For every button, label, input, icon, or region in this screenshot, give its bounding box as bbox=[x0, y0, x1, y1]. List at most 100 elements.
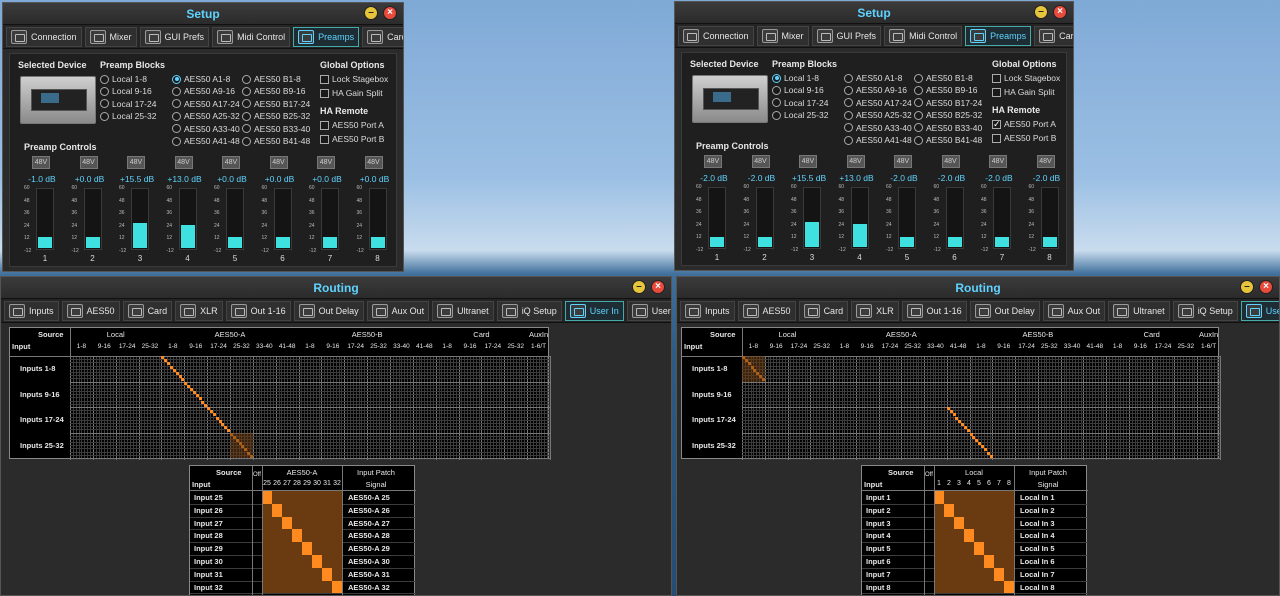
close-button[interactable]: × bbox=[1259, 280, 1273, 294]
tab-midi-control[interactable]: Midi Control bbox=[884, 25, 963, 46]
gain-fader[interactable] bbox=[226, 188, 244, 250]
tab-out-1-16[interactable]: Out 1-16 bbox=[901, 300, 967, 321]
tab-out-delay[interactable]: Out Delay bbox=[969, 300, 1040, 321]
phantom-48v-button[interactable]: 48V bbox=[269, 156, 288, 169]
close-button[interactable]: × bbox=[383, 6, 397, 20]
gain-fader[interactable] bbox=[898, 187, 916, 249]
tab-inputs[interactable]: Inputs bbox=[680, 300, 735, 321]
tab-mixer[interactable]: Mixer bbox=[756, 25, 809, 46]
tab-gui-prefs[interactable]: GUI Prefs bbox=[139, 26, 210, 47]
ha-remote-checkbox[interactable]: AES50 Port B bbox=[992, 133, 1056, 143]
gain-fader[interactable] bbox=[36, 188, 54, 250]
gain-fader[interactable] bbox=[178, 188, 197, 250]
gain-fader[interactable] bbox=[755, 187, 774, 249]
patch-cell[interactable] bbox=[262, 491, 272, 504]
global-option-checkbox[interactable]: HA Gain Split bbox=[320, 88, 383, 98]
preamp-block-radio[interactable]: Local 25-32 bbox=[100, 111, 156, 121]
phantom-48v-button[interactable]: 48V bbox=[751, 155, 770, 168]
minimize-button[interactable]: – bbox=[632, 280, 646, 294]
minimize-button[interactable]: – bbox=[364, 6, 378, 20]
preamp-block-radio[interactable]: Local 25-32 bbox=[772, 110, 828, 120]
patch-cell[interactable] bbox=[964, 529, 974, 543]
preamp-block-radio[interactable]: AES50 A41-48 bbox=[844, 135, 912, 145]
preamp-block-radio[interactable]: AES50 B1-8 bbox=[242, 74, 301, 84]
gain-fader[interactable] bbox=[945, 187, 964, 249]
preamp-block-radio[interactable]: AES50 B17-24 bbox=[914, 98, 982, 108]
tab-inputs[interactable]: Inputs bbox=[4, 300, 59, 321]
preamp-block-radio[interactable]: AES50 B33-40 bbox=[914, 123, 982, 133]
gain-fader[interactable] bbox=[708, 187, 726, 249]
patch-cell[interactable] bbox=[934, 491, 944, 504]
global-option-checkbox[interactable]: Lock Stagebox bbox=[992, 73, 1060, 83]
patch-cell[interactable] bbox=[312, 555, 322, 568]
preamp-block-radio[interactable]: AES50 A1-8 bbox=[844, 73, 902, 83]
tab-card[interactable]: Card bbox=[362, 26, 403, 47]
phantom-48v-button[interactable]: 48V bbox=[222, 156, 240, 169]
patch-cell[interactable] bbox=[322, 567, 332, 581]
phantom-48v-button[interactable]: 48V bbox=[989, 155, 1007, 168]
minimize-button[interactable]: – bbox=[1034, 5, 1048, 19]
preamp-block-radio[interactable]: AES50 B17-24 bbox=[242, 99, 310, 109]
tab-preamps[interactable]: Preamps bbox=[293, 26, 360, 47]
patch-cell[interactable] bbox=[302, 542, 312, 555]
preamp-block-radio[interactable]: AES50 A17-24 bbox=[172, 99, 240, 109]
patch-cell[interactable] bbox=[332, 580, 342, 594]
phantom-48v-button[interactable]: 48V bbox=[799, 155, 817, 168]
phantom-48v-button[interactable]: 48V bbox=[846, 155, 865, 168]
preamp-block-radio[interactable]: Local 17-24 bbox=[772, 98, 828, 108]
phantom-48v-button[interactable]: 48V bbox=[941, 155, 960, 168]
tab-connection[interactable]: Connection bbox=[6, 26, 82, 47]
routing-point[interactable] bbox=[989, 454, 993, 458]
ha-remote-checkbox[interactable]: AES50 Port B bbox=[320, 134, 384, 144]
gain-fader[interactable] bbox=[803, 187, 821, 249]
tab-mixer[interactable]: Mixer bbox=[84, 26, 137, 47]
tab-card[interactable]: Card bbox=[1034, 25, 1073, 46]
preamp-block-radio[interactable]: AES50 A9-16 bbox=[844, 85, 907, 95]
preamp-block-radio[interactable]: AES50 B41-48 bbox=[914, 135, 982, 145]
phantom-48v-button[interactable]: 48V bbox=[317, 156, 335, 169]
gain-fader[interactable] bbox=[993, 187, 1011, 249]
preamp-block-radio[interactable]: AES50 B9-16 bbox=[242, 86, 306, 96]
phantom-48v-button[interactable]: 48V bbox=[704, 155, 722, 168]
tab-ultranet[interactable]: Ultranet bbox=[432, 300, 494, 321]
preamp-block-radio[interactable]: Local 1-8 bbox=[772, 73, 819, 83]
gain-fader[interactable] bbox=[83, 188, 102, 250]
preamp-block-radio[interactable]: AES50 B9-16 bbox=[914, 85, 978, 95]
preamp-block-radio[interactable]: Local 1-8 bbox=[100, 74, 147, 84]
patch-cell[interactable] bbox=[984, 555, 994, 568]
preamp-block-radio[interactable]: Local 17-24 bbox=[100, 99, 156, 109]
patch-cell[interactable] bbox=[272, 503, 282, 517]
close-button[interactable]: × bbox=[1053, 5, 1067, 19]
tab-card[interactable]: Card bbox=[798, 300, 849, 321]
ha-remote-checkbox[interactable]: AES50 Port A bbox=[320, 120, 384, 130]
tab-iq-setup[interactable]: iQ Setup bbox=[496, 300, 562, 321]
preamp-block-radio[interactable]: AES50 A33-40 bbox=[172, 124, 240, 134]
gain-fader[interactable] bbox=[321, 188, 339, 250]
phantom-48v-button[interactable]: 48V bbox=[127, 156, 145, 169]
ha-remote-checkbox[interactable]: ✓ AES50 Port A bbox=[992, 119, 1056, 129]
patch-cell[interactable] bbox=[994, 567, 1004, 581]
gain-fader[interactable] bbox=[131, 188, 149, 250]
gain-fader[interactable] bbox=[850, 187, 869, 249]
patch-cell[interactable] bbox=[282, 516, 292, 530]
global-option-checkbox[interactable]: HA Gain Split bbox=[992, 87, 1055, 97]
phantom-48v-button[interactable]: 48V bbox=[364, 156, 383, 169]
preamp-block-radio[interactable]: AES50 A33-40 bbox=[844, 123, 912, 133]
phantom-48v-button[interactable]: 48V bbox=[79, 156, 98, 169]
phantom-48v-button[interactable]: 48V bbox=[894, 155, 912, 168]
gain-fader[interactable] bbox=[1040, 187, 1059, 249]
tab-aes50[interactable]: AES50 bbox=[61, 300, 120, 321]
patch-cell[interactable] bbox=[292, 529, 302, 543]
preamp-block-radio[interactable]: AES50 A1-8 bbox=[172, 74, 230, 84]
preamp-block-radio[interactable]: AES50 B41-48 bbox=[242, 136, 310, 146]
tab-out-1-16[interactable]: Out 1-16 bbox=[225, 300, 291, 321]
tab-aux-out[interactable]: Aux Out bbox=[366, 300, 430, 321]
tab-card[interactable]: Card bbox=[122, 300, 173, 321]
tab-gui-prefs[interactable]: GUI Prefs bbox=[811, 25, 882, 46]
tab-connection[interactable]: Connection bbox=[678, 25, 754, 46]
tab-preamps[interactable]: Preamps bbox=[965, 25, 1032, 46]
tab-aux-out[interactable]: Aux Out bbox=[1042, 300, 1106, 321]
tab-midi-control[interactable]: Midi Control bbox=[212, 26, 291, 47]
patch-cell[interactable] bbox=[954, 516, 964, 530]
tab-user-in[interactable]: User In bbox=[564, 300, 624, 321]
